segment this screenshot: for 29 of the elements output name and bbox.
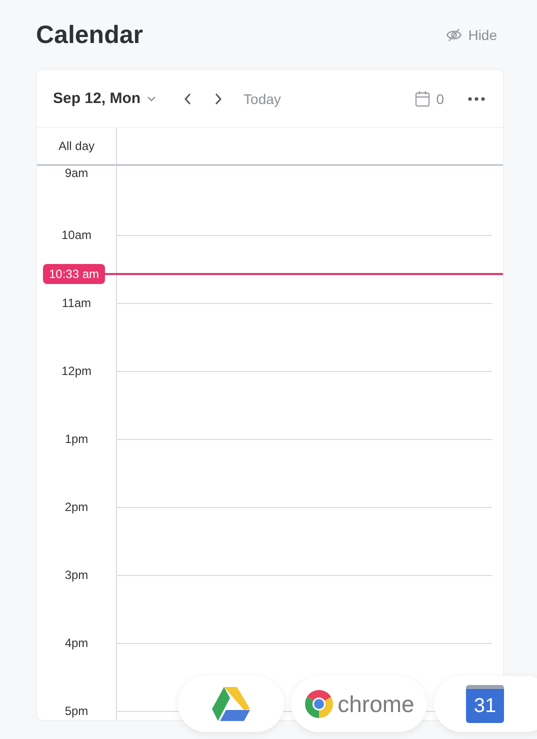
date-dropdown[interactable]: Sep 12, Mon — [53, 90, 156, 107]
chevron-right-icon — [214, 92, 222, 104]
triangle-logo-icon — [211, 686, 251, 722]
event-count: 0 — [436, 90, 444, 106]
page-title: Calendar — [36, 20, 143, 50]
app-shortcut[interactable]: chrome — [291, 676, 427, 732]
chevron-down-icon — [146, 96, 156, 102]
all-day-label: All day — [37, 128, 117, 164]
chevron-left-icon — [184, 92, 192, 104]
eye-off-icon — [446, 28, 462, 42]
hour-label: 10am — [61, 227, 92, 244]
hour-label: 9am — [64, 166, 88, 180]
day-number: 31 — [474, 694, 496, 718]
hour-label: 1pm — [64, 431, 88, 448]
app-shortcut[interactable]: 31 — [434, 676, 537, 732]
more-button[interactable] — [466, 94, 487, 102]
current-time-badge: 10:33 am — [43, 264, 106, 284]
more-icon — [468, 96, 485, 100]
hour-label: 12pm — [61, 363, 92, 380]
hour-label: 5pm — [64, 703, 88, 720]
app-name: chrome — [338, 690, 414, 718]
hour-label: 2pm — [64, 499, 88, 516]
hide-button[interactable]: Hide — [446, 27, 497, 43]
today-button[interactable]: Today — [244, 90, 281, 106]
hour-label: 11am — [62, 295, 92, 312]
calendar-icon — [415, 90, 430, 107]
round-logo-icon — [304, 689, 334, 719]
hour-label: 3pm — [64, 567, 88, 584]
hour-label: 4pm — [64, 635, 88, 652]
